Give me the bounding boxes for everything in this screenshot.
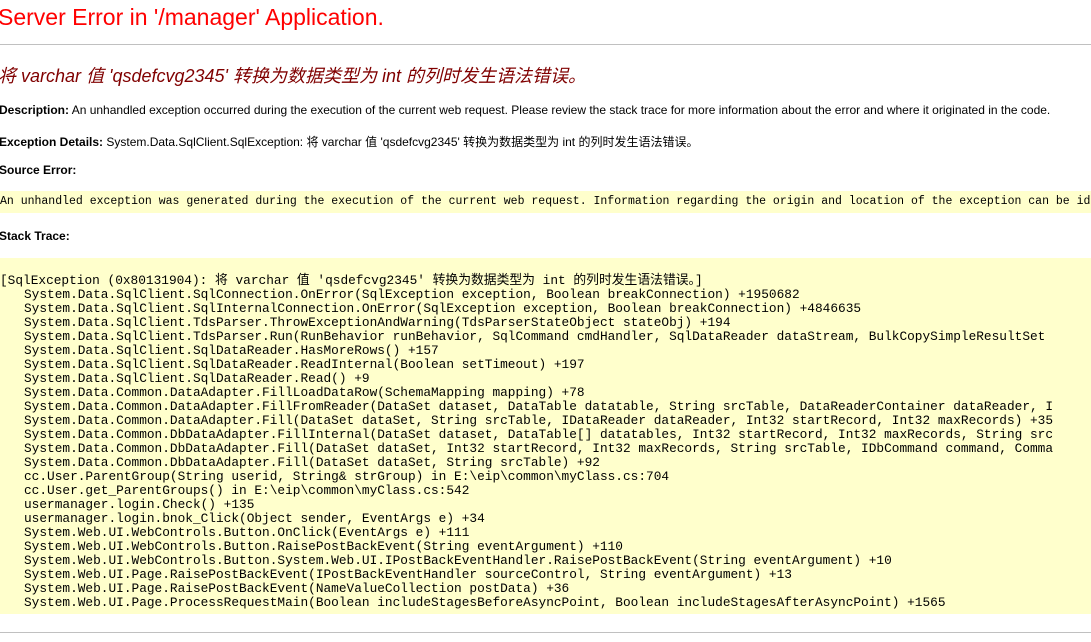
title-divider bbox=[0, 44, 1091, 45]
exception-details: Exception Details: System.Data.SqlClient… bbox=[0, 133, 698, 150]
stack-trace-section: Stack Trace: bbox=[0, 229, 70, 243]
stack-frame: System.Web.UI.Page.ProcessRequestMain(Bo… bbox=[24, 595, 946, 610]
stack-frame: usermanager.login.bnok_Click(Object send… bbox=[24, 511, 485, 526]
stack-frame: System.Data.Common.DataAdapter.FillFromR… bbox=[24, 399, 1054, 414]
stack-frame: System.Data.Common.DbDataAdapter.Fill(Da… bbox=[24, 441, 1054, 456]
bottom-divider bbox=[0, 632, 1091, 633]
description-label: Description: bbox=[0, 103, 70, 117]
source-error-section: Source Error: bbox=[0, 163, 76, 177]
page-title: Server Error in '/manager' Application. bbox=[0, 4, 384, 30]
stack-frame: System.Data.SqlClient.SqlInternalConnect… bbox=[24, 301, 862, 316]
stack-trace-box: [SqlException (0x80131904): 将 varchar 值 … bbox=[0, 258, 1091, 614]
description: Description: An unhandled exception occu… bbox=[0, 103, 1050, 117]
stack-frame: System.Web.UI.Page.RaisePostBackEvent(Na… bbox=[24, 581, 570, 596]
stack-frame: System.Web.UI.WebControls.Button.OnClick… bbox=[24, 525, 470, 540]
stack-frame: System.Data.Common.DataAdapter.FillLoadD… bbox=[24, 385, 585, 400]
description-text: An unhandled exception occurred during t… bbox=[69, 103, 1051, 117]
stack-frame: System.Data.SqlClient.TdsParser.ThrowExc… bbox=[24, 315, 731, 330]
stack-frame: System.Data.SqlClient.TdsParser.Run(RunB… bbox=[24, 329, 1046, 344]
exception-details-text: System.Data.SqlClient.SqlException: 将 va… bbox=[103, 135, 699, 149]
stack-frame: System.Data.SqlClient.SqlDataReader.Read… bbox=[24, 357, 585, 372]
stack-frame: System.Data.SqlClient.SqlDataReader.HasM… bbox=[24, 343, 439, 358]
stack-frame: System.Web.UI.WebControls.Button.System.… bbox=[24, 553, 892, 568]
error-heading: 将 varchar 值 'qsdefcvg2345' 转换为数据类型为 int … bbox=[0, 66, 586, 86]
stack-frame: System.Web.UI.Page.RaisePostBackEvent(IP… bbox=[24, 567, 792, 582]
exception-details-label: Exception Details: bbox=[0, 135, 104, 149]
source-error-text: An unhandled exception was generated dur… bbox=[0, 195, 1091, 208]
stack-frame: System.Data.SqlClient.SqlConnection.OnEr… bbox=[24, 287, 800, 302]
source-error-label: Source Error: bbox=[0, 163, 77, 177]
stack-frame: cc.User.ParentGroup(String userid, Strin… bbox=[24, 469, 670, 484]
stack-frame: usermanager.login.Check() +135 bbox=[24, 497, 255, 512]
stack-frame: System.Web.UI.WebControls.Button.RaisePo… bbox=[24, 539, 623, 554]
stack-frame: System.Data.Common.DbDataAdapter.FillInt… bbox=[24, 427, 1054, 442]
stack-frame: System.Data.SqlClient.SqlDataReader.Read… bbox=[24, 371, 370, 386]
source-error-box: An unhandled exception was generated dur… bbox=[0, 191, 1091, 213]
stack-frame: cc.User.get_ParentGroups() in E:\eip\com… bbox=[24, 483, 470, 498]
stack-frame: System.Data.Common.DataAdapter.Fill(Data… bbox=[24, 413, 1054, 428]
stack-trace-header: [SqlException (0x80131904): 将 varchar 值 … bbox=[0, 273, 703, 288]
stack-frame: System.Data.Common.DbDataAdapter.Fill(Da… bbox=[24, 455, 600, 470]
stack-trace-label: Stack Trace: bbox=[0, 229, 70, 243]
